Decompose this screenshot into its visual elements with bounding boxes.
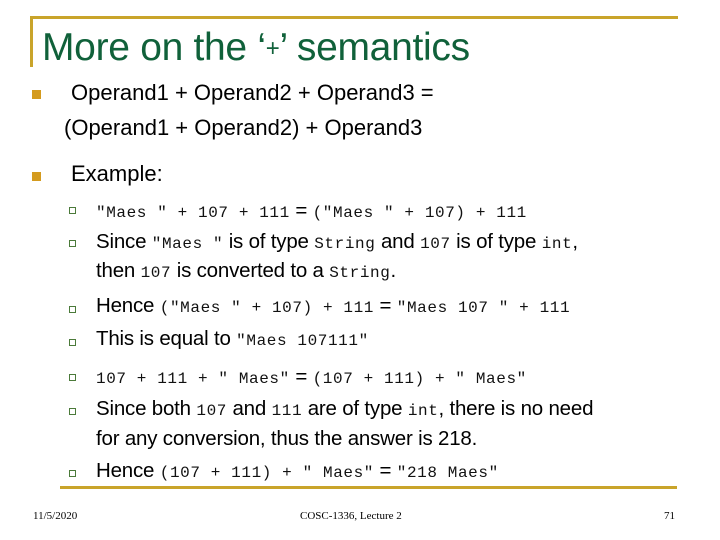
equals: = <box>289 365 313 388</box>
text: . <box>390 259 396 282</box>
text: is of type <box>450 230 542 253</box>
code: (107 + 111) + " Maes" <box>159 464 374 482</box>
equals: = <box>374 459 397 482</box>
title-suffix: ’ semantics <box>279 26 470 69</box>
text: Hence <box>96 459 160 482</box>
code: "Maes " + 107 + 111 <box>96 204 290 222</box>
code: int <box>541 235 573 253</box>
text: are of type <box>302 397 408 420</box>
code: String <box>314 235 376 253</box>
sub-bullet-icon <box>69 470 76 477</box>
code: (107 + 111) + " Maes" <box>312 370 527 388</box>
code: ("Maes " + 107) + 111 <box>312 204 527 222</box>
text: then <box>96 259 141 282</box>
text: and <box>226 397 272 420</box>
sub-bullet-icon <box>69 207 76 214</box>
title-symbol: + <box>265 35 280 62</box>
sub-bullet-6-line-1: Since both 107 and 111 are of type int, … <box>96 397 593 421</box>
footer-course: COSC-1336, Lecture 2 <box>300 510 402 522</box>
slide-title: More on the ‘+’ semantics <box>42 26 470 70</box>
top-rule <box>30 16 678 19</box>
sub-bullet-7: Hence (107 + 111) + " Maes" = "218 Maes" <box>96 459 499 483</box>
code: 107 <box>196 402 227 420</box>
code: String <box>329 264 391 282</box>
sub-bullet-3: Hence ("Maes " + 107) + 111 = "Maes 107 … <box>96 294 570 318</box>
code: "218 Maes" <box>396 464 499 482</box>
equals: = <box>289 199 313 222</box>
sub-bullet-6-line-2: for any conversion, thus the answer is 2… <box>96 427 478 450</box>
bullet-icon <box>32 172 41 181</box>
text: Since both <box>96 397 197 420</box>
bottom-rule <box>60 486 677 489</box>
sub-bullet-icon <box>69 408 76 415</box>
text: is of type <box>223 230 315 253</box>
code: 107 <box>140 264 172 282</box>
code: 107 <box>420 235 451 253</box>
code: 111 <box>271 402 303 420</box>
title-prefix: More on the ‘ <box>42 26 266 69</box>
text: , <box>572 230 578 253</box>
sub-bullet-2-line-1: Since "Maes " is of type String and 107 … <box>96 230 578 254</box>
text: This is equal to <box>96 327 237 350</box>
footer-date: 11/5/2020 <box>33 510 78 522</box>
code: "Maes " <box>151 235 224 253</box>
bullet-2-label: Example: <box>71 161 163 186</box>
code: 107 + 111 + " Maes" <box>96 370 290 388</box>
sub-bullet-icon <box>69 240 76 247</box>
sub-bullet-icon <box>69 374 76 381</box>
sub-bullet-4: This is equal to "Maes 107111" <box>96 327 369 351</box>
bullet-1-line-2: (Operand1 + Operand2) + Operand3 <box>64 115 423 140</box>
left-rule <box>30 16 33 67</box>
bullet-1-line-1: Operand1 + Operand2 + Operand3 = <box>71 80 434 105</box>
code: ("Maes " + 107) + 111 <box>159 299 374 317</box>
footer-page-number: 71 <box>664 510 675 522</box>
sub-bullet-icon <box>69 339 76 346</box>
text: Hence <box>96 294 160 317</box>
sub-bullet-icon <box>69 306 76 313</box>
sub-bullet-2-line-2: then 107 is converted to a String. <box>96 259 396 283</box>
code: int <box>407 402 439 420</box>
bullet-icon <box>32 90 41 99</box>
text: Since <box>96 230 152 253</box>
text: is converted to a <box>171 259 330 282</box>
sub-bullet-1: "Maes " + 107 + 111 = ("Maes " + 107) + … <box>96 199 527 223</box>
equals: = <box>374 294 397 317</box>
code: "Maes 107111" <box>236 332 369 350</box>
sub-bullet-5: 107 + 111 + " Maes" = (107 + 111) + " Ma… <box>96 365 527 389</box>
code: "Maes 107 " + 111 <box>396 299 571 317</box>
text: and <box>375 230 421 253</box>
text: , there is no need <box>438 397 594 420</box>
